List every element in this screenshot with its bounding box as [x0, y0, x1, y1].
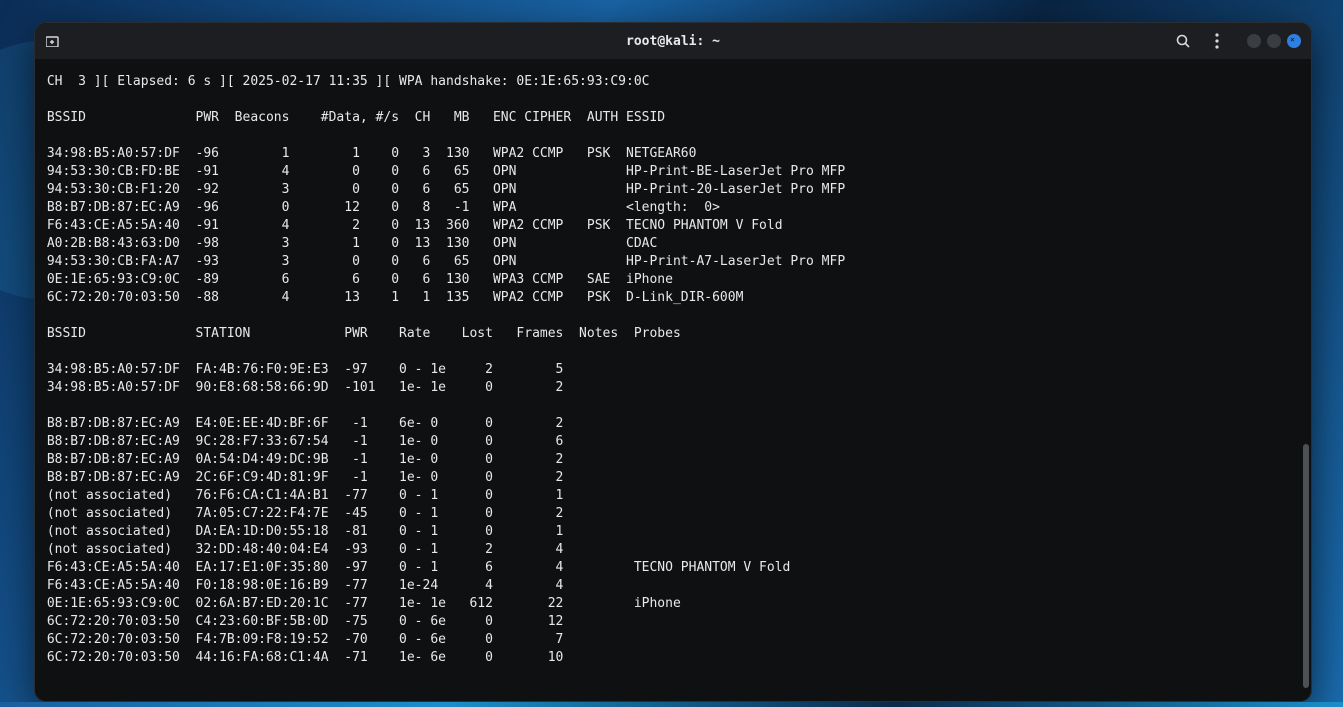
station-rows-a: 34:98:B5:A0:57:DF FA:4B:76:F0:9E:E3 -97 …: [39, 362, 563, 395]
scrollbar-thumb[interactable]: [1303, 444, 1309, 688]
status-line: CH 3 ][ Elapsed: 6 s ][ 2025-02-17 11:35…: [39, 74, 649, 89]
terminal-viewport[interactable]: CH 3 ][ Elapsed: 6 s ][ 2025-02-17 11:35…: [35, 59, 1311, 701]
scrollbar-track[interactable]: [1301, 59, 1309, 701]
ap-table-header: BSSID PWR Beacons #Data, #/s CH MB ENC C…: [39, 110, 665, 125]
maximize-button[interactable]: [1267, 34, 1281, 48]
window-title: root@kali: ~: [35, 34, 1311, 49]
station-table-header: BSSID STATION PWR Rate Lost Frames Notes…: [39, 326, 681, 341]
new-tab-icon[interactable]: [45, 34, 61, 48]
station-rows-b: B8:B7:DB:87:EC:A9 E4:0E:EE:4D:BF:6F -1 6…: [39, 416, 790, 665]
minimize-button[interactable]: [1247, 34, 1261, 48]
close-button[interactable]: [1287, 34, 1301, 48]
menu-icon[interactable]: [1207, 31, 1227, 51]
desktop-edge: [0, 702, 1343, 707]
titlebar[interactable]: root@kali: ~: [35, 23, 1311, 59]
search-icon[interactable]: [1173, 31, 1193, 51]
ap-table-rows: 34:98:B5:A0:57:DF -96 1 1 0 3 130 WPA2 C…: [39, 146, 845, 305]
terminal-window: root@kali: ~ CH 3 ][ Elapsed: 6 s ][ 202…: [34, 22, 1312, 702]
